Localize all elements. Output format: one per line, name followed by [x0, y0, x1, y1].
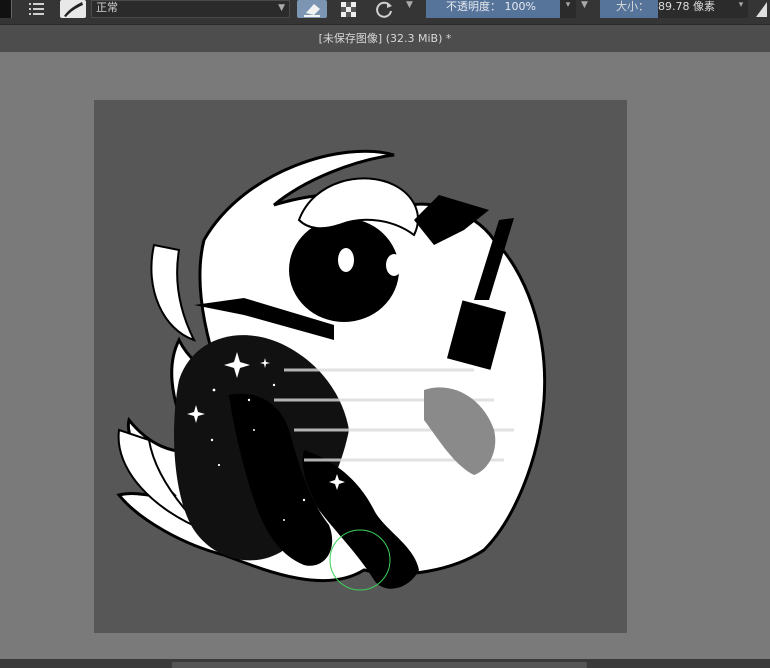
blend-mode-select[interactable]: 正常 ▼ — [91, 0, 290, 18]
scrollbar-thumb[interactable] — [172, 662, 587, 668]
reload-preset-button[interactable] — [373, 0, 397, 18]
chevron-down-icon: ▼ — [278, 3, 285, 13]
chevron-down-icon[interactable]: ▼ — [406, 0, 420, 18]
brush-preset-icon[interactable] — [60, 0, 86, 18]
chevron-down-icon[interactable]: ▼ — [581, 0, 593, 18]
preserve-alpha-button[interactable] — [338, 0, 360, 18]
top-toolbar: 正常 ▼ ▼ 不透明度： 100% ▾ ▼ 大小： 89.78 像素 ▾ — [0, 0, 770, 25]
alpha-lock-icon — [341, 2, 356, 17]
foreground-color-swatch[interactable] — [0, 0, 12, 18]
reload-icon — [376, 1, 392, 18]
size-value: 89.78 像素 — [658, 0, 715, 13]
triangle-icon[interactable] — [752, 0, 770, 18]
size-stepper[interactable]: ▾ — [734, 0, 748, 18]
list-icon[interactable] — [26, 0, 48, 18]
brush-size-slider[interactable]: 大小： 89.78 像素 — [600, 0, 734, 18]
eraser-mode-button[interactable] — [297, 0, 327, 18]
opacity-label: 不透明度： — [446, 0, 501, 13]
blend-mode-value: 正常 — [96, 1, 118, 14]
opacity-slider[interactable]: 不透明度： 100% — [426, 0, 560, 18]
artwork-illustration — [116, 149, 547, 591]
document-title: [未保存图像] (32.3 MiB) * — [0, 25, 770, 52]
size-label: 大小： — [600, 0, 658, 18]
drawing-canvas[interactable] — [94, 100, 627, 633]
eraser-icon — [304, 4, 320, 17]
opacity-stepper[interactable]: ▾ — [560, 0, 576, 18]
opacity-value: 100% — [504, 0, 536, 13]
